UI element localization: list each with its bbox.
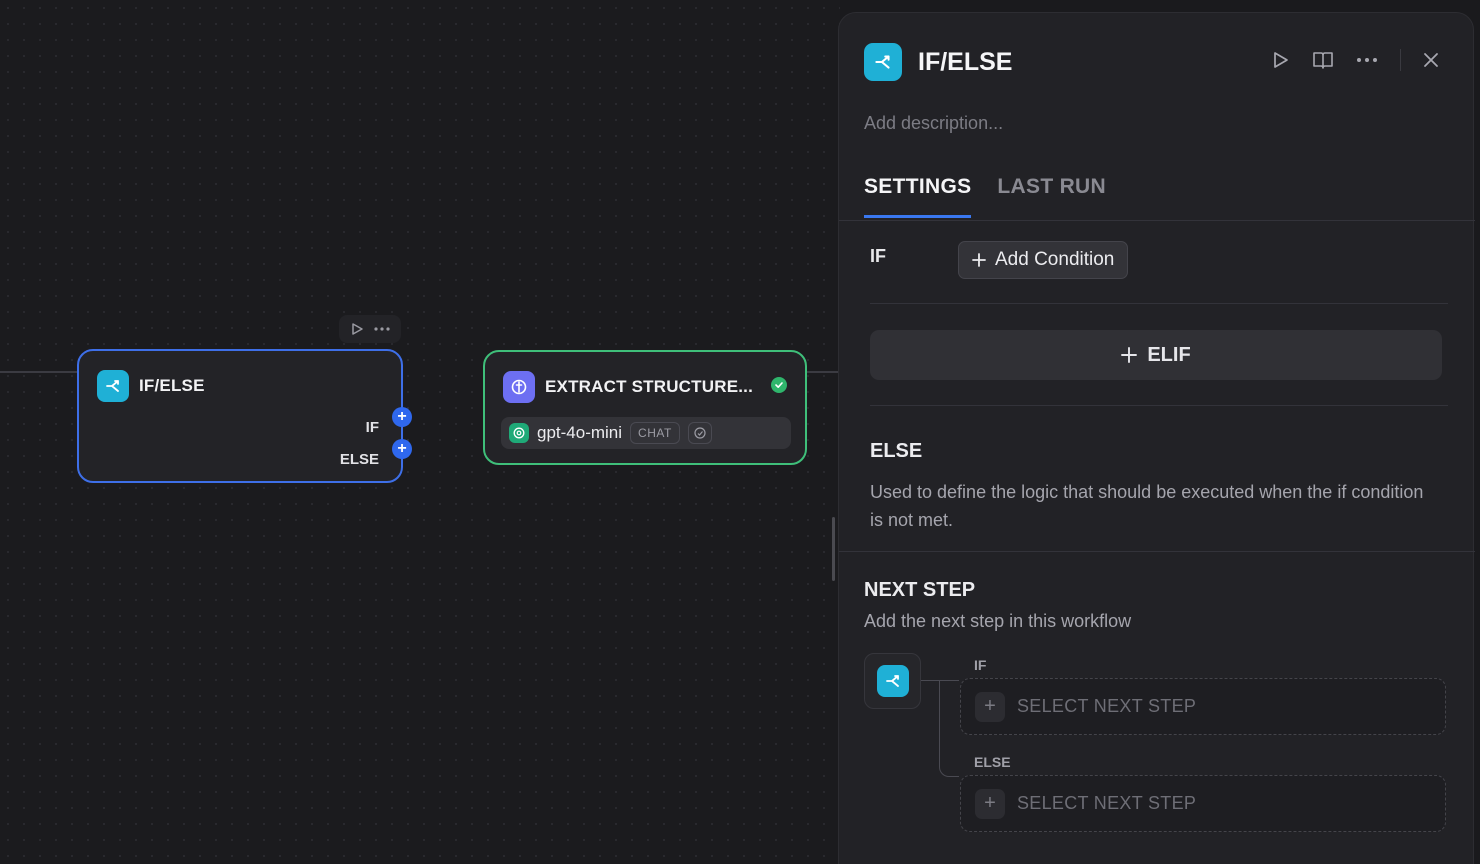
workflow-canvas[interactable]: IF/ELSE IF ELSE + + EXTRACT STRUCTURE...… [0, 0, 840, 864]
node-title: EXTRACT STRUCTURE... [545, 377, 753, 396]
next-step-else-label: ELSE [974, 754, 1011, 770]
model-selector[interactable]: gpt-4o-mini CHAT [501, 417, 791, 449]
tab-settings[interactable]: SETTINGS [864, 175, 972, 218]
success-check-icon [771, 377, 787, 393]
book-icon[interactable] [1312, 50, 1334, 70]
incoming-edge [0, 371, 78, 373]
branch-icon [876, 665, 909, 697]
select-next-step-label: SELECT NEXT STEP [1017, 696, 1197, 716]
next-step-description: Add the next step in this workflow [864, 611, 1132, 631]
extract-structure-node[interactable]: EXTRACT STRUCTURE... gpt-4o-mini CHAT [483, 350, 807, 465]
model-name: gpt-4o-mini [537, 423, 623, 442]
play-icon[interactable] [350, 322, 364, 336]
next-step-title: NEXT STEP [864, 579, 976, 601]
toolbar-divider [1400, 49, 1401, 71]
openai-icon [509, 423, 529, 443]
extract-icon [503, 371, 535, 403]
close-icon[interactable] [1423, 52, 1439, 68]
plus-icon: + [975, 691, 1005, 722]
node-title: IF/ELSE [139, 376, 205, 395]
if-section-label: IF [870, 246, 886, 266]
select-next-step-else[interactable]: + SELECT NEXT STEP [960, 775, 1446, 832]
panel-resize-handle[interactable] [832, 517, 835, 581]
ifelse-node[interactable]: IF/ELSE IF ELSE + + [77, 349, 412, 483]
section-divider [839, 551, 1475, 552]
if-branch-label: IF [365, 419, 379, 436]
tab-last-run[interactable]: LAST RUN [997, 175, 1106, 218]
run-icon[interactable] [1270, 50, 1290, 70]
outgoing-edge [807, 371, 840, 373]
else-branch-label: ELSE [339, 451, 379, 468]
more-icon[interactable] [373, 326, 391, 332]
section-divider [870, 303, 1448, 304]
plus-icon: + [975, 788, 1005, 819]
current-node-chip [864, 653, 921, 709]
else-add-handle[interactable]: + [392, 439, 412, 459]
select-next-step-if[interactable]: + SELECT NEXT STEP [960, 678, 1446, 735]
connector-line [939, 681, 959, 777]
branch-icon [97, 370, 129, 402]
next-step-if-label: IF [974, 657, 987, 673]
plus-icon [972, 253, 986, 267]
more-icon[interactable] [1356, 57, 1378, 63]
elif-label: ELIF [1147, 343, 1191, 366]
section-divider [870, 405, 1448, 406]
panel-title: IF/ELSE [918, 47, 1013, 76]
model-type-badge: CHAT [630, 422, 680, 444]
tabs-divider [839, 220, 1475, 221]
else-section-title: ELSE [870, 440, 923, 462]
plus-icon [1121, 347, 1138, 363]
add-elif-button[interactable]: ELIF [870, 330, 1442, 380]
select-next-step-label: SELECT NEXT STEP [1017, 793, 1197, 813]
add-condition-button[interactable]: Add Condition [958, 241, 1129, 279]
description-input[interactable]: Add description... [864, 113, 1003, 134]
else-description: Used to define the logic that should be … [870, 482, 1424, 530]
if-add-handle[interactable]: + [392, 407, 412, 427]
branch-icon [864, 43, 902, 81]
model-config-icon [687, 422, 712, 444]
node-settings-panel: IF/ELSE Add description... SETTINGS LAST… [838, 12, 1475, 864]
add-condition-label: Add Condition [995, 249, 1115, 270]
node-mini-toolbar [339, 315, 401, 343]
